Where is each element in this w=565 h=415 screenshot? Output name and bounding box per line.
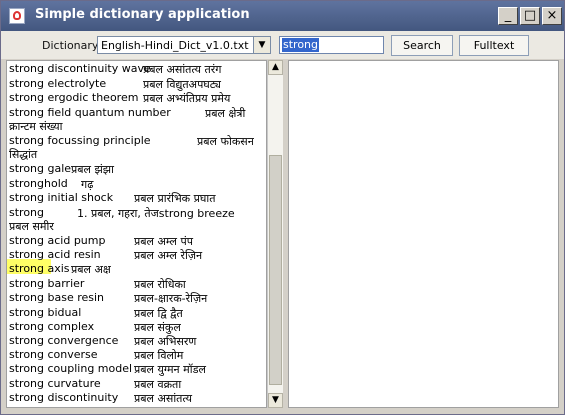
- list-item-meaning: प्रबल असांतत्य तरंग: [143, 63, 222, 76]
- dictionary-select[interactable]: English-Hindi_Dict_v1.0.txt ▼: [97, 36, 271, 54]
- list-item-word: strong converse: [9, 348, 98, 361]
- list-item-word: strong base resin: [9, 291, 105, 304]
- list-item-word: strong acid resin: [9, 248, 101, 261]
- list-item-meaning: प्रबल विलोम: [134, 349, 184, 362]
- search-input[interactable]: strong: [282, 38, 320, 52]
- list-item-meaning: प्रबल अभिसरण: [134, 335, 197, 348]
- list-item-word: strong ergodic theorem: [9, 91, 139, 104]
- list-item-meaning-continued: सिद्धांत: [9, 148, 38, 161]
- dictionary-label: Dictionary: [42, 39, 99, 52]
- list-item-meaning-continued: क्रान्टम संख्या: [9, 120, 63, 133]
- list-item-meaning: 1. प्रबल, गहरा, तेजstrong breeze: [77, 207, 235, 220]
- list-item-meaning: प्रबल द्वि द्वैत: [134, 307, 183, 320]
- list-item-meaning: प्रबल-क्षारक-रेज़िन: [134, 292, 208, 305]
- list-item-word: strong convergence: [9, 334, 119, 347]
- list-item-meaning: प्रबल अम्ल रेज़िन: [134, 249, 203, 262]
- title-bar[interactable]: Simple dictionary application _ □ ×: [1, 1, 564, 31]
- list-item-word: strong complex: [9, 320, 95, 333]
- list-item-word: strong barrier: [9, 277, 85, 290]
- list-item-word: strong bidual: [9, 306, 82, 319]
- close-button[interactable]: ×: [542, 7, 562, 25]
- scroll-down-arrow-icon[interactable]: ▼: [268, 393, 283, 408]
- list-item-word: strong axis: [9, 262, 70, 275]
- list-item-word: strong electrolyte: [9, 77, 107, 90]
- list-item-meaning: प्रबल क्षेत्री: [205, 107, 246, 120]
- list-item-meaning: प्रबल वक्रता: [134, 378, 182, 391]
- list-item-word: strong acid pump: [9, 234, 106, 247]
- list-item-meaning: प्रबल झंझा: [71, 163, 114, 176]
- list-item-meaning: प्रबल युग्मन मॉडल: [134, 363, 206, 376]
- list-item-word: strong discontinuity wave: [9, 62, 151, 75]
- list-item-meaning: प्रबल रोधिका: [134, 278, 186, 291]
- toolbar: Dictionary English-Hindi_Dict_v1.0.txt ▼…: [1, 31, 564, 59]
- app-window: Simple dictionary application _ □ × Dict…: [0, 0, 565, 415]
- list-item-meaning: प्रबल विद्युतअपघट्य: [143, 78, 221, 91]
- search-field[interactable]: strong: [279, 36, 384, 54]
- content-panes: strong discontinuity wave प्रबल असांतत्य…: [6, 60, 559, 410]
- list-item-word: strong initial shock: [9, 191, 114, 204]
- list-item-word: strong coupling model: [9, 362, 133, 375]
- list-item-word: strong discontinuity: [9, 391, 119, 404]
- list-item-meaning: प्रबल अम्ल पंप: [134, 235, 193, 248]
- maximize-button[interactable]: □: [520, 7, 540, 25]
- list-item-meaning: गढ़: [81, 178, 94, 191]
- search-button[interactable]: Search: [391, 35, 453, 56]
- window-title: Simple dictionary application: [35, 7, 250, 22]
- list-item-word: strong gale: [9, 162, 72, 175]
- scroll-thumb[interactable]: [269, 155, 282, 385]
- list-item-meaning: प्रबल अक्ष: [71, 263, 111, 276]
- list-item-word: strong curvature: [9, 377, 101, 390]
- list-item-meaning: प्रबल प्रारंभिक प्रघात: [134, 192, 216, 205]
- list-item-word: strong: [9, 206, 45, 219]
- chevron-down-icon[interactable]: ▼: [253, 37, 270, 53]
- fulltext-button[interactable]: Fulltext: [459, 35, 529, 56]
- list-item-meaning: प्रबल संकुल: [134, 321, 181, 334]
- list-item-word: stronghold: [9, 177, 68, 190]
- definition-pane[interactable]: [288, 60, 559, 408]
- list-scrollbar[interactable]: ▲ ▼: [267, 60, 283, 408]
- list-item-meaning-continued: प्रबल समीर: [9, 220, 54, 233]
- list-item-meaning: प्रबल असांतत्य: [134, 392, 193, 405]
- list-item[interactable]: strong field quantum number प्रबल क्षेत्…: [7, 106, 264, 134]
- dictionary-selected-value: English-Hindi_Dict_v1.0.txt: [101, 39, 249, 52]
- list-item-meaning: प्रबल फोकसन: [197, 135, 254, 148]
- list-item-word: strong focussing principle: [9, 134, 151, 147]
- word-list[interactable]: strong discontinuity wave प्रबल असांतत्य…: [6, 60, 267, 408]
- java-app-icon[interactable]: [9, 8, 25, 24]
- minimize-button[interactable]: _: [498, 7, 518, 25]
- list-item[interactable]: strong focussing principle प्रबल फोकसन स…: [7, 134, 264, 162]
- list-item-selected[interactable]: strong 1. प्रबल, गहरा, तेजstrong breeze …: [7, 206, 264, 234]
- list-item-meaning: प्रबल अभ्यंतिप्रय प्रमेय: [143, 92, 231, 105]
- list-item-word: strong field quantum number: [9, 106, 171, 119]
- scroll-up-arrow-icon[interactable]: ▲: [268, 60, 283, 75]
